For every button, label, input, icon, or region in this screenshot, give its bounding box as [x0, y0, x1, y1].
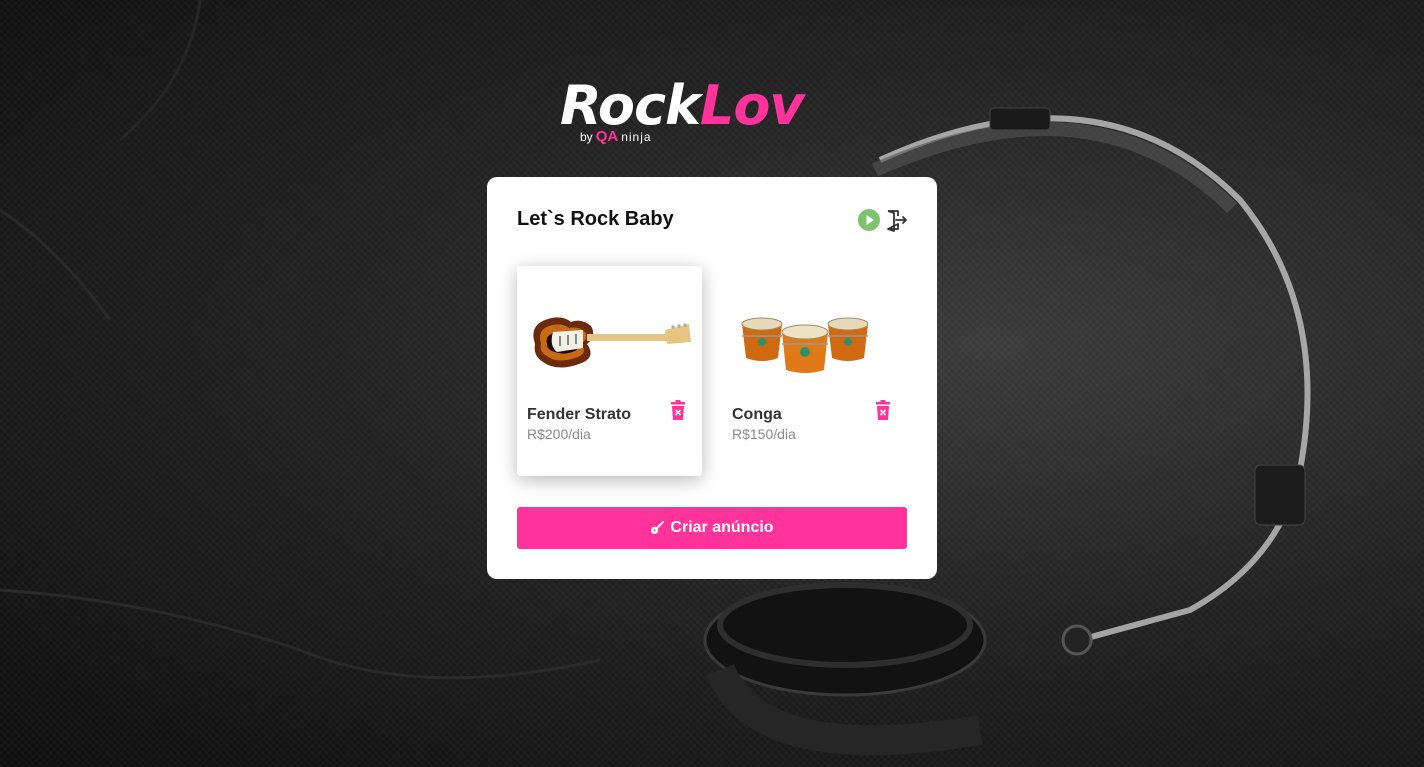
logo-lov-text: Lov: [699, 74, 805, 137]
logout-icon[interactable]: [885, 208, 909, 232]
conga-image: [741, 317, 869, 373]
logo-byline: by QA ninja: [580, 128, 652, 145]
rocklov-logo: RockLov by QA ninja: [560, 78, 870, 148]
listing-card[interactable]: Conga R$150/dia: [722, 266, 907, 476]
create-listing-label: Criar anúncio: [670, 519, 774, 536]
delete-icon[interactable]: [875, 400, 891, 420]
delete-icon[interactable]: [670, 400, 686, 420]
logo-by-text: by: [580, 129, 593, 144]
qa-ninja-logo-mark: QA: [595, 128, 619, 145]
guitar-icon: [651, 521, 665, 534]
play-icon[interactable]: [857, 208, 881, 232]
listing-name: Conga: [732, 406, 782, 423]
listing-price: R$150/dia: [732, 426, 796, 442]
create-listing-button[interactable]: Criar anúncio: [517, 507, 907, 549]
logo-ninja-text: ninja: [621, 129, 652, 144]
listing-name: Fender Strato: [527, 406, 632, 423]
logo-wordmark: RockLov: [560, 78, 805, 134]
dashboard-card: Let`s Rock Baby Fender Strato R$200/dia …: [487, 177, 937, 579]
listing-card[interactable]: Fender Strato R$200/dia: [517, 266, 702, 476]
guitar-image: [533, 317, 691, 368]
listing-price: R$200/dia: [527, 426, 591, 442]
header-actions: [857, 208, 909, 232]
page-title: Let`s Rock Baby: [517, 208, 674, 230]
